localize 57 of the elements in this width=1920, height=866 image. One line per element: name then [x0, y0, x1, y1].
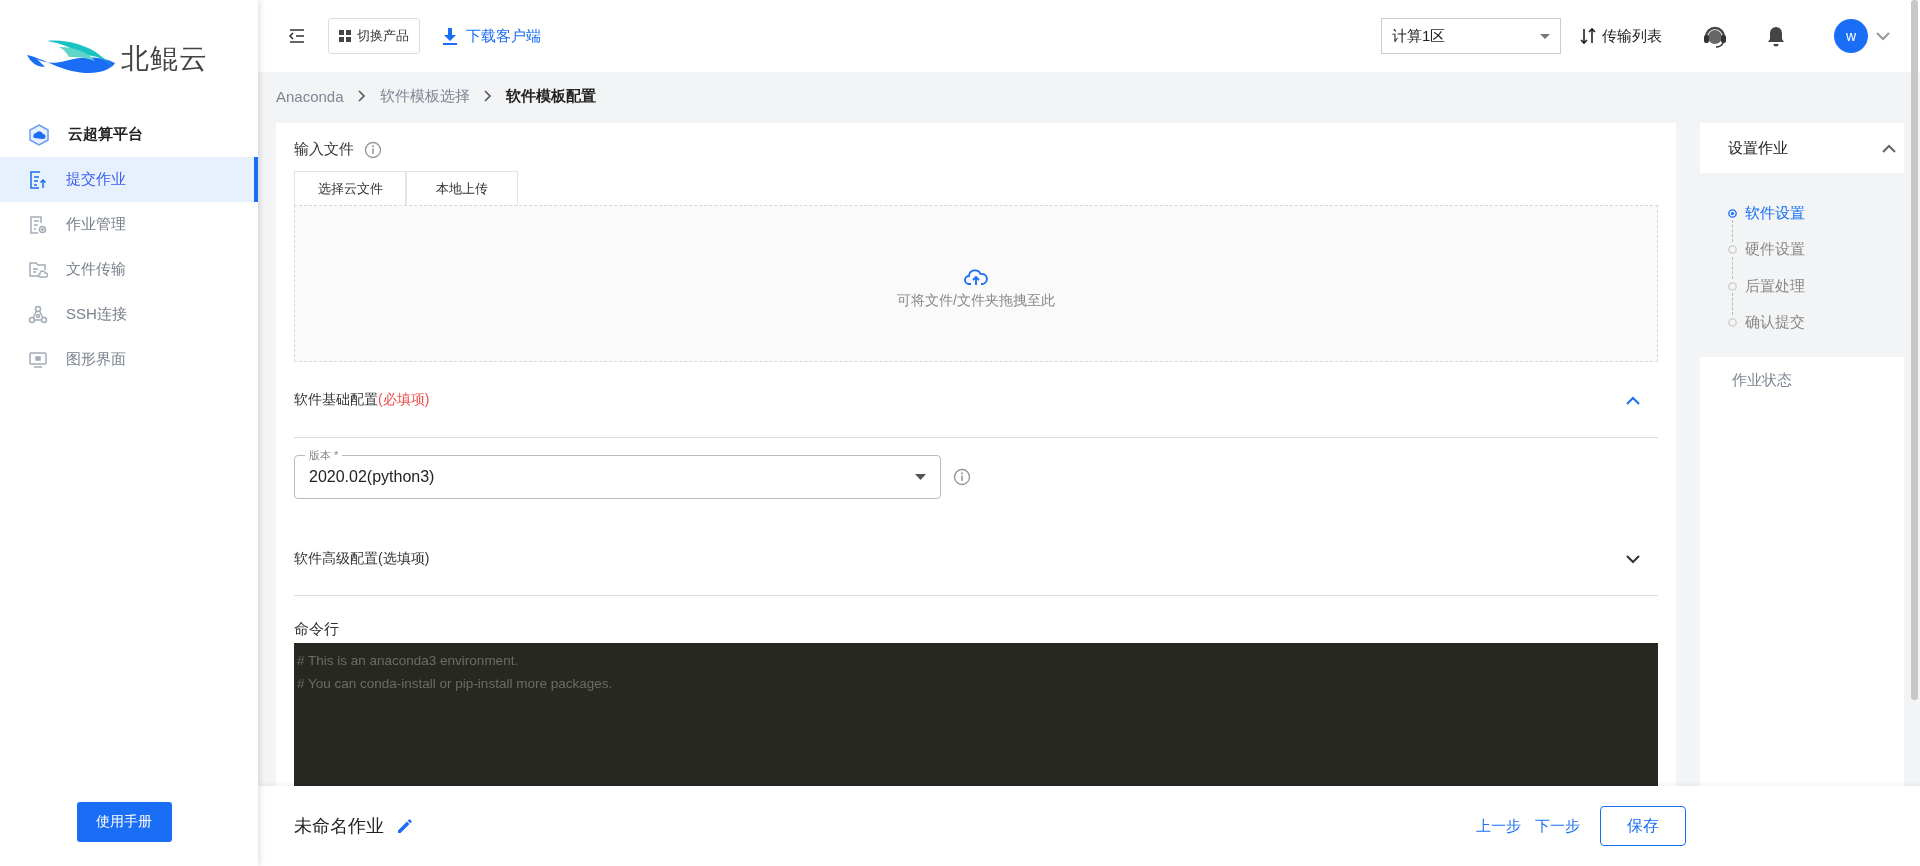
grid-icon	[339, 30, 351, 42]
input-files-label: 输入文件	[294, 140, 354, 159]
folder-cloud-icon	[28, 259, 48, 280]
breadcrumb-item[interactable]: Anaconda	[276, 87, 344, 105]
code-comment: # You can conda-install or pip-install more packages.	[297, 675, 614, 693]
hexagon-cloud-icon	[28, 123, 50, 146]
region-select[interactable]: 计算1区	[1381, 18, 1561, 54]
scrollbar-thumb[interactable]	[1911, 0, 1918, 700]
chevron-right-icon	[483, 90, 492, 102]
switch-product-button[interactable]: 切换产品	[328, 18, 420, 54]
info-icon[interactable]	[364, 140, 382, 159]
code-comment: # This is an anaconda3 environment.	[297, 652, 520, 670]
info-icon[interactable]	[953, 468, 971, 486]
document-gear-icon	[28, 214, 48, 235]
step-link[interactable]: 确认提交	[1728, 304, 1904, 341]
job-status-title: 作业状态	[1732, 371, 1792, 388]
save-button[interactable]: 保存	[1600, 806, 1686, 846]
drop-hint: 可将文件/文件夹拖拽至此	[897, 291, 1055, 310]
cloud-upload-icon	[964, 267, 988, 286]
breadcrumb-item[interactable]: 软件模板选择	[379, 86, 470, 106]
sidebar-item[interactable]: 提交作业	[0, 157, 258, 202]
file-source-tab[interactable]: 选择云文件	[294, 171, 406, 205]
sidebar-item[interactable]: 图形界面	[0, 337, 258, 382]
download-icon	[442, 27, 458, 45]
pencil-icon[interactable]	[396, 817, 414, 835]
sidebar-item[interactable]: 云超算平台	[0, 112, 258, 157]
chevron-down-icon[interactable]	[1626, 554, 1640, 564]
dropdown-caret-icon	[915, 474, 926, 480]
monitor-icon	[28, 349, 48, 370]
file-source-tab[interactable]: 本地上传	[406, 171, 518, 205]
code-editor[interactable]: # This is an anaconda3 environment. # You can conda-install or pip-install more packages.	[294, 643, 1658, 786]
dropdown-caret-icon	[1540, 33, 1550, 39]
sidebar-item[interactable]: 作业管理	[0, 202, 258, 247]
chevron-up-icon[interactable]	[1882, 143, 1896, 153]
download-client-link[interactable]: 下载客户端	[442, 26, 541, 46]
command-line-label: 命令行	[294, 620, 340, 639]
section-title: 软件基础配置(必填项)	[294, 391, 430, 409]
panel-header[interactable]: 设置作业	[1700, 123, 1904, 173]
sidebar-item[interactable]: 文件传输	[0, 247, 258, 292]
file-drop-zone[interactable]: 可将文件/文件夹拖拽至此	[294, 205, 1658, 362]
user-manual-button[interactable]: 使用手册	[76, 802, 172, 842]
section-title: 软件高级配置(选填项)	[294, 550, 430, 568]
document-upload-icon	[28, 169, 48, 190]
notification-bell-icon[interactable]	[1766, 25, 1786, 47]
sidebar-item[interactable]: SSH连接	[0, 292, 258, 337]
chevron-up-icon[interactable]	[1626, 395, 1640, 405]
chevron-right-icon	[357, 90, 366, 102]
transfer-list-button[interactable]: 传输列表	[1579, 26, 1662, 46]
previous-step-link[interactable]: 上一步	[1476, 816, 1521, 836]
up-down-arrows-icon	[1579, 27, 1597, 45]
user-avatar[interactable]: w	[1834, 19, 1868, 53]
job-name: 未命名作业	[294, 815, 384, 838]
next-step-link[interactable]: 下一步	[1535, 816, 1580, 836]
network-nodes-icon	[28, 304, 48, 325]
brand-name: 北鲲云	[121, 42, 208, 76]
breadcrumb-item: 软件模板配置	[505, 86, 596, 106]
menu-collapse-icon[interactable]	[288, 28, 306, 44]
